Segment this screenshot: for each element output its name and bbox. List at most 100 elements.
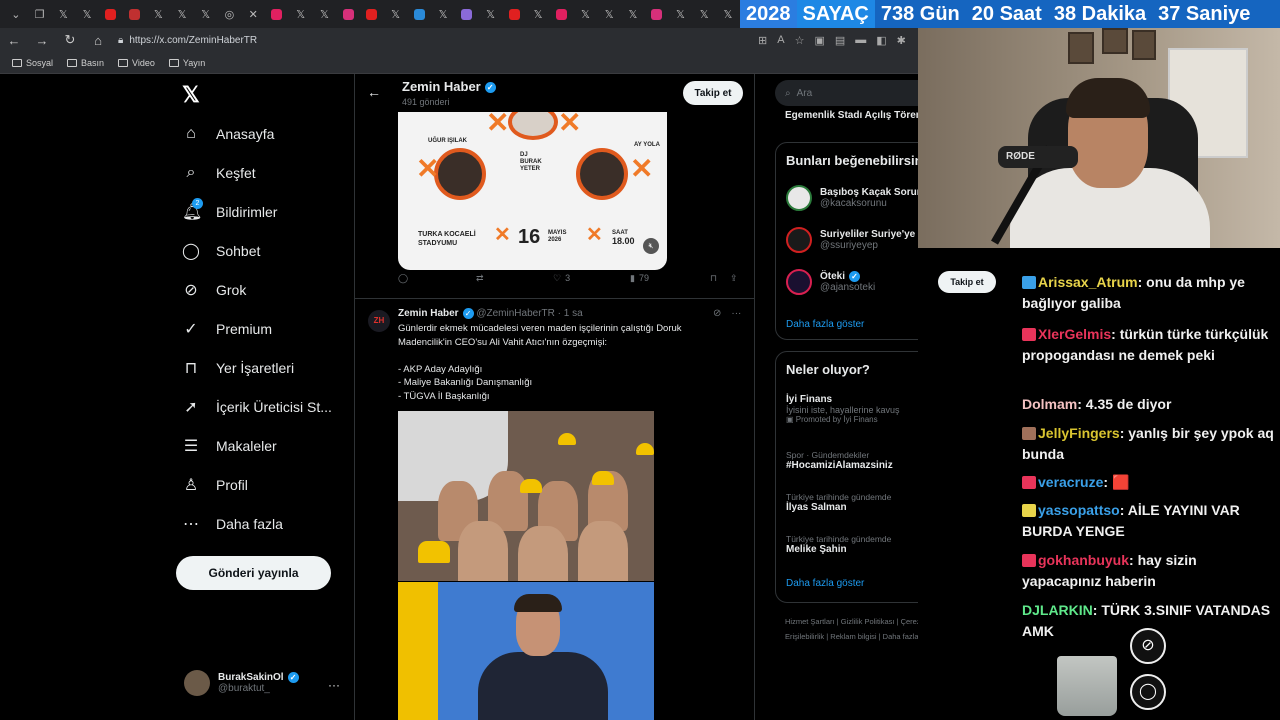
browser-tab[interactable] bbox=[455, 3, 479, 25]
suggested-account[interactable]: Öteki ✓ @ajansoteki bbox=[786, 269, 875, 295]
bookmark-icon[interactable]: ⊓ bbox=[710, 273, 717, 284]
sidebar-item-bookmarks[interactable]: ⊓ Yer İşaretleri bbox=[182, 350, 294, 386]
url-field[interactable]: 🔒︎ https://x.com/ZeminHaberTR bbox=[118, 31, 738, 49]
chat-username[interactable]: gokhanbuyuk bbox=[1038, 552, 1129, 568]
tab-list-button[interactable]: ⌄ bbox=[4, 3, 28, 25]
tweet-time[interactable]: · 1 sa bbox=[558, 308, 583, 319]
chat-username[interactable]: Arissax_Atrum bbox=[1038, 274, 1138, 290]
sidebar-item-premium[interactable]: ✓ Premium bbox=[182, 311, 272, 347]
browser-tab[interactable] bbox=[645, 3, 669, 25]
tweet-photo-miners[interactable] bbox=[398, 411, 654, 581]
back-arrow-icon[interactable]: ← bbox=[367, 84, 381, 100]
extension-icon[interactable]: ▬ bbox=[855, 34, 866, 47]
favorite-star-icon[interactable]: ☆ bbox=[795, 34, 805, 47]
browser-tab[interactable]: 𝕏 bbox=[597, 3, 621, 25]
browser-tab[interactable]: 𝕏 bbox=[431, 3, 455, 25]
chat-username[interactable]: XIerGelmis bbox=[1038, 326, 1111, 342]
like-button[interactable]: ♡ 3 bbox=[553, 273, 570, 284]
browser-tab[interactable] bbox=[336, 3, 360, 25]
browser-tab[interactable]: 𝕏 bbox=[289, 3, 313, 25]
tweet-handle[interactable]: @ZeminHaberTR bbox=[476, 308, 555, 319]
reload-icon[interactable]: ↻ bbox=[62, 32, 78, 48]
browser-tab[interactable]: 𝕏 bbox=[574, 3, 598, 25]
suggested-account[interactable]: Başıboş Kaçak Sorunu@kacaksorunu bbox=[786, 185, 918, 211]
chat-username[interactable]: DJLARKIN bbox=[1022, 602, 1093, 618]
browser-tab[interactable]: 𝕏 bbox=[479, 3, 503, 25]
browser-tab[interactable] bbox=[502, 3, 526, 25]
browser-tab[interactable]: 𝕏 bbox=[669, 3, 693, 25]
grok-icon[interactable]: ⊘ bbox=[713, 308, 721, 319]
retweet-icon[interactable]: ⇄ bbox=[476, 273, 484, 284]
browser-tab[interactable]: ✕ bbox=[241, 3, 265, 25]
sidebar-item-chat[interactable]: ◯ Sohbet bbox=[182, 233, 260, 269]
browser-tab[interactable] bbox=[265, 3, 289, 25]
extension-icon[interactable]: ✱ bbox=[897, 34, 906, 47]
tweet-author[interactable]: Zemin Haber bbox=[398, 308, 459, 319]
trend-item[interactable]: İyi Finans İyisini iste, hayallerine kav… bbox=[786, 394, 900, 424]
grid-icon[interactable]: ⊞ bbox=[758, 34, 767, 47]
grok-icon[interactable]: ⊘ bbox=[1130, 628, 1166, 664]
browser-tab[interactable]: ◎ bbox=[218, 3, 242, 25]
browser-tab[interactable] bbox=[360, 3, 384, 25]
extension-icon[interactable]: ◧ bbox=[876, 34, 886, 47]
sidebar-item-notifications[interactable]: 🔔︎ 2 Bildirimler bbox=[182, 194, 277, 230]
home-browser-icon[interactable]: ⌂ bbox=[90, 33, 106, 48]
sidebar-item-home[interactable]: ⌂ Anasayfa bbox=[182, 116, 274, 152]
chat-username[interactable]: yassopattso bbox=[1038, 502, 1120, 518]
show-more-link[interactable]: Daha fazla göster bbox=[786, 319, 864, 330]
chat-username[interactable]: JellyFingers bbox=[1038, 425, 1120, 441]
browser-tab[interactable]: 𝕏 bbox=[526, 3, 550, 25]
browser-tab[interactable]: 𝕏 bbox=[75, 3, 99, 25]
mute-icon[interactable]: 🔇︎ bbox=[643, 238, 659, 254]
browser-tab[interactable] bbox=[123, 3, 147, 25]
extension-icon[interactable]: ▤ bbox=[835, 34, 845, 47]
browser-tab[interactable] bbox=[99, 3, 123, 25]
extension-icon[interactable]: ▣ bbox=[814, 34, 824, 47]
sidebar-item-more[interactable]: ⋯ Daha fazla bbox=[182, 506, 283, 542]
avatar[interactable]: ZH bbox=[368, 310, 390, 332]
browser-tab[interactable]: 𝕏 bbox=[313, 3, 337, 25]
share-icon[interactable]: ⇪ bbox=[730, 273, 738, 284]
sidebar-item-profile[interactable]: ♙ Profil bbox=[182, 467, 248, 503]
reply-icon[interactable]: ◯ bbox=[398, 273, 408, 284]
search-input[interactable]: ⌕ Ara bbox=[775, 80, 918, 106]
sidebar-item-creator-studio[interactable]: ➚ İçerik Üreticisi St... bbox=[182, 389, 332, 425]
browser-tab[interactable]: 𝕏 bbox=[621, 3, 645, 25]
bookmark-folder[interactable]: Sosyal bbox=[12, 58, 53, 68]
trend-item[interactable]: Egemenlik Stadı Açılış Töreni bbox=[785, 110, 918, 121]
x-logo-icon[interactable]: 𝕏 bbox=[182, 82, 200, 108]
sidebar-item-grok[interactable]: ⊘ Grok bbox=[182, 272, 246, 308]
more-icon[interactable]: ··· bbox=[731, 308, 741, 319]
browser-tab[interactable]: 𝕏 bbox=[716, 3, 740, 25]
footer-links[interactable]: Hizmet Şartları | Gizlilik Politikası | … bbox=[785, 614, 918, 644]
tweet-photo-ceo[interactable] bbox=[398, 582, 654, 720]
bookmark-folder[interactable]: Basın bbox=[67, 58, 104, 68]
bookmark-folder[interactable]: Video bbox=[118, 58, 155, 68]
browser-tab[interactable]: 𝕏 bbox=[51, 3, 75, 25]
trend-item[interactable]: Spor · Gündemdekiler #HocamiziAlamazsini… bbox=[786, 450, 893, 471]
browser-tab[interactable] bbox=[407, 3, 431, 25]
workspaces-icon[interactable]: ❐ bbox=[28, 3, 52, 25]
chat-bubble-icon[interactable]: ◯ bbox=[1130, 674, 1166, 710]
suggested-account[interactable]: Suriyeliler Suriye'ye Dönsün@ssuriyeyep bbox=[786, 227, 918, 253]
browser-tab[interactable]: 𝕏 bbox=[146, 3, 170, 25]
browser-tab[interactable] bbox=[550, 3, 574, 25]
browser-tab[interactable]: 𝕏 bbox=[384, 3, 408, 25]
browser-tab[interactable]: 𝕏 bbox=[170, 3, 194, 25]
back-arrow-icon[interactable]: ← bbox=[6, 33, 22, 48]
follow-button[interactable]: Takip et bbox=[683, 81, 743, 105]
browser-tab[interactable]: 𝕏 bbox=[194, 3, 218, 25]
sidebar-item-explore[interactable]: ⌕ Keşfet bbox=[182, 155, 256, 191]
account-more-icon[interactable]: ··· bbox=[328, 678, 340, 692]
show-more-link[interactable]: Daha fazla göster bbox=[786, 578, 864, 589]
follow-button[interactable]: Takip et bbox=[938, 271, 996, 293]
chat-username[interactable]: Dolmam bbox=[1022, 396, 1077, 412]
event-poster-image[interactable]: ✕ ✕ ✕ ✕ UĞUR IŞILAK DJ BURAK YETER AY YO… bbox=[398, 112, 667, 270]
read-aloud-icon[interactable]: A bbox=[777, 34, 784, 47]
bookmark-folder[interactable]: Yayın bbox=[168, 58, 205, 68]
forward-arrow-icon[interactable]: → bbox=[34, 33, 50, 48]
browser-tab[interactable]: 𝕏 bbox=[692, 3, 716, 25]
account-switcher[interactable]: BurakSakinOl ✓ @buraktut_ bbox=[184, 670, 299, 696]
trend-item[interactable]: Türkiye tarihinde gündemde İlyas Salman bbox=[786, 492, 891, 513]
sidebar-item-articles[interactable]: ☰ Makaleler bbox=[182, 428, 277, 464]
